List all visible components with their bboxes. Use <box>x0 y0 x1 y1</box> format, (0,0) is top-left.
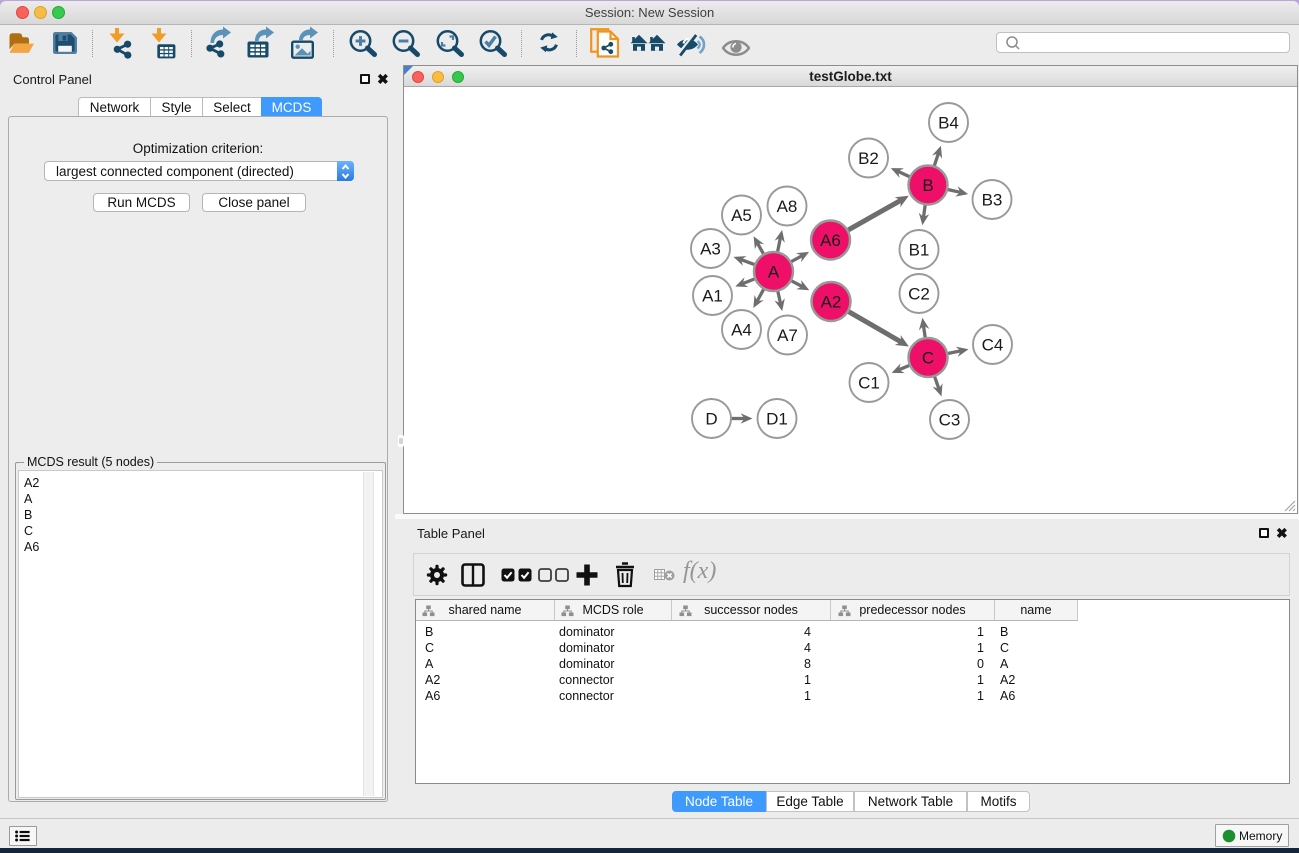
svg-text:A5: A5 <box>731 206 752 225</box>
svg-text:A6: A6 <box>820 231 841 250</box>
svg-text:A1: A1 <box>702 287 723 306</box>
svg-text:C4: C4 <box>982 336 1004 355</box>
svg-text:A: A <box>768 263 780 282</box>
svg-text:D: D <box>705 410 717 429</box>
svg-text:B1: B1 <box>909 241 930 260</box>
svg-text:A8: A8 <box>777 197 798 216</box>
svg-text:D1: D1 <box>766 410 788 429</box>
svg-text:A4: A4 <box>731 321 752 340</box>
svg-text:C3: C3 <box>939 411 961 430</box>
svg-text:A2: A2 <box>821 293 842 312</box>
svg-text:A7: A7 <box>777 326 798 345</box>
svg-text:B4: B4 <box>938 114 959 133</box>
svg-text:C2: C2 <box>908 285 930 304</box>
svg-text:B: B <box>922 176 933 195</box>
svg-text:B2: B2 <box>858 149 879 168</box>
svg-text:C: C <box>922 349 934 368</box>
svg-text:B3: B3 <box>982 191 1003 210</box>
svg-text:C1: C1 <box>858 374 880 393</box>
svg-text:A3: A3 <box>700 240 721 259</box>
